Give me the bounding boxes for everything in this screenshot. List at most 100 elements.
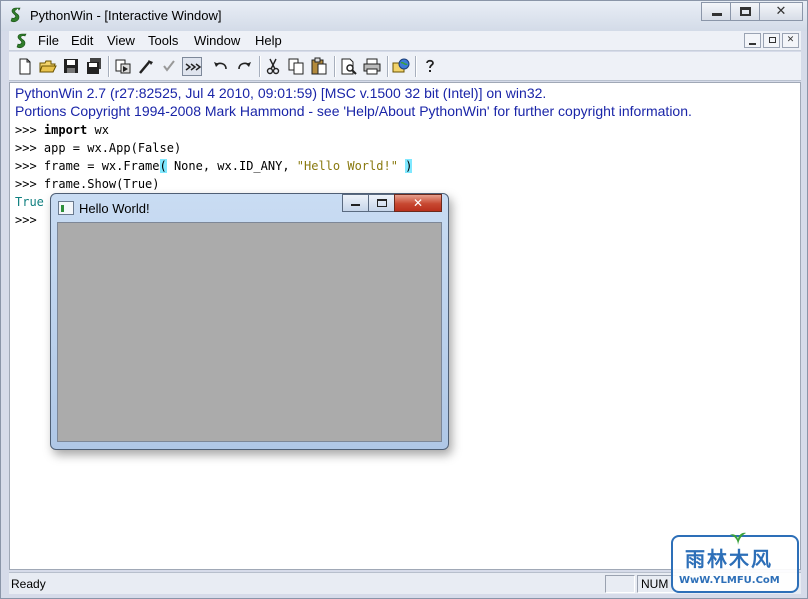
code-text: frame.Show(True) bbox=[43, 177, 160, 191]
copy-button[interactable] bbox=[286, 57, 306, 76]
open-folder-icon bbox=[39, 60, 57, 73]
new-file-button[interactable] bbox=[15, 57, 35, 76]
menu-tools[interactable]: Tools bbox=[148, 33, 178, 48]
menu-edit[interactable]: Edit bbox=[71, 33, 93, 48]
debug-icon bbox=[139, 60, 153, 74]
maximize-button[interactable] bbox=[730, 2, 760, 21]
copy-icon bbox=[288, 58, 304, 75]
close-icon: ✕ bbox=[412, 196, 424, 210]
menu-view[interactable]: View bbox=[107, 33, 135, 48]
toolbar-separator bbox=[387, 56, 389, 77]
browse-button[interactable] bbox=[391, 57, 411, 76]
prompt: >>> bbox=[15, 159, 44, 173]
close-icon: ✕ bbox=[786, 35, 795, 45]
code-text: wx bbox=[87, 123, 109, 137]
version-banner: PythonWin 2.7 (r27:82525, Jul 4 2010, 09… bbox=[15, 85, 547, 101]
save-button[interactable] bbox=[61, 57, 81, 76]
watermark-url: WwW.YLMFU.CoM bbox=[679, 575, 780, 586]
close-button[interactable]: ✕ bbox=[759, 2, 803, 21]
title-bar[interactable]: PythonWin - [Interactive Window] ✕ bbox=[1, 1, 807, 31]
keyword: import bbox=[43, 123, 88, 137]
child-caption-buttons: ✕ bbox=[342, 194, 442, 212]
mdi-close-button[interactable]: ✕ bbox=[782, 33, 799, 48]
paste-button[interactable] bbox=[309, 57, 329, 76]
toolbar-separator bbox=[415, 56, 417, 77]
prompt: >>> bbox=[15, 141, 44, 155]
restore-icon bbox=[769, 37, 776, 43]
cut-button[interactable] bbox=[263, 57, 283, 76]
code-text: frame = wx.Frame bbox=[43, 159, 160, 173]
cut-icon bbox=[266, 58, 280, 75]
code-text: app = wx.App(False) bbox=[43, 141, 182, 155]
run-script-icon bbox=[115, 59, 131, 74]
prompt: >>> bbox=[15, 177, 44, 191]
toolbar-separator bbox=[108, 56, 110, 77]
toolbar bbox=[9, 52, 801, 81]
maximize-icon bbox=[377, 199, 387, 207]
indent-icon bbox=[185, 63, 202, 71]
child-window-title: Hello World! bbox=[79, 201, 150, 216]
menu-help[interactable]: Help bbox=[255, 33, 282, 48]
check-button[interactable] bbox=[159, 57, 179, 76]
print-preview-icon bbox=[341, 58, 357, 75]
new-file-icon bbox=[19, 58, 31, 75]
close-paren: ) bbox=[405, 159, 413, 173]
input-prompt[interactable]: >>> bbox=[15, 213, 37, 227]
save-icon bbox=[64, 59, 78, 73]
string-literal: "Hello World!" bbox=[296, 159, 398, 173]
prompt: >>> bbox=[15, 123, 44, 137]
debug-button[interactable] bbox=[136, 57, 156, 76]
open-button[interactable] bbox=[38, 57, 58, 76]
child-close-button[interactable]: ✕ bbox=[394, 194, 442, 212]
maximize-icon bbox=[740, 7, 751, 16]
undo-button[interactable] bbox=[211, 57, 231, 76]
print-icon bbox=[363, 58, 381, 75]
save-all-icon bbox=[87, 58, 101, 74]
open-paren: ( bbox=[159, 159, 167, 173]
client-area[interactable] bbox=[57, 222, 442, 442]
checkmark-icon bbox=[163, 60, 175, 72]
indent-toggle-button[interactable] bbox=[182, 57, 202, 76]
caption-buttons: ✕ bbox=[701, 2, 803, 21]
output-line: True bbox=[15, 195, 44, 209]
child-maximize-button[interactable] bbox=[368, 194, 395, 212]
code-line: >>> frame = wx.Frame( None, wx.ID_ANY, "… bbox=[15, 159, 413, 173]
window-icon bbox=[58, 201, 74, 215]
code-line: >>> import wx bbox=[15, 123, 109, 137]
num-lock-indicator: NUM bbox=[641, 577, 669, 591]
browse-icon bbox=[392, 58, 410, 73]
python-snake-icon[interactable] bbox=[14, 33, 30, 49]
minimize-icon bbox=[749, 43, 756, 45]
print-button[interactable] bbox=[362, 57, 382, 76]
mdi-caption-buttons: ✕ bbox=[744, 33, 799, 48]
run-script-button[interactable] bbox=[113, 57, 133, 76]
help-icon bbox=[426, 59, 434, 72]
save-all-button[interactable] bbox=[84, 57, 104, 76]
toolbar-separator bbox=[334, 56, 336, 77]
child-minimize-button[interactable] bbox=[342, 194, 369, 212]
code-text: None, wx.ID_ANY, bbox=[166, 159, 297, 173]
redo-button[interactable] bbox=[234, 57, 254, 76]
status-text: Ready bbox=[11, 577, 46, 591]
copyright-banner: Portions Copyright 1994-2008 Mark Hammon… bbox=[15, 103, 692, 119]
menu-file[interactable]: File bbox=[38, 33, 59, 48]
minimize-icon bbox=[351, 204, 360, 206]
hello-world-window[interactable]: Hello World! ✕ bbox=[50, 193, 449, 450]
watermark-text: 雨林木风 bbox=[685, 547, 773, 571]
window-title: PythonWin - [Interactive Window] bbox=[30, 8, 222, 23]
code-line: >>> frame.Show(True) bbox=[15, 177, 160, 191]
python-snake-icon bbox=[10, 7, 21, 23]
watermark-logo: 雨林木风 WwW.YLMFU.CoM bbox=[671, 532, 799, 593]
menu-bar: File Edit View Tools Window Help ✕ bbox=[9, 31, 801, 51]
mdi-minimize-button[interactable] bbox=[744, 33, 761, 48]
redo-icon bbox=[238, 62, 251, 70]
print-preview-button[interactable] bbox=[339, 57, 359, 76]
close-icon: ✕ bbox=[775, 4, 787, 19]
help-button[interactable] bbox=[420, 57, 440, 76]
minimize-button[interactable] bbox=[701, 2, 731, 21]
code-line: >>> app = wx.App(False) bbox=[15, 141, 181, 155]
menu-window[interactable]: Window bbox=[194, 33, 240, 48]
minimize-icon bbox=[712, 13, 722, 16]
undo-icon bbox=[214, 62, 227, 70]
mdi-restore-button[interactable] bbox=[763, 33, 780, 48]
